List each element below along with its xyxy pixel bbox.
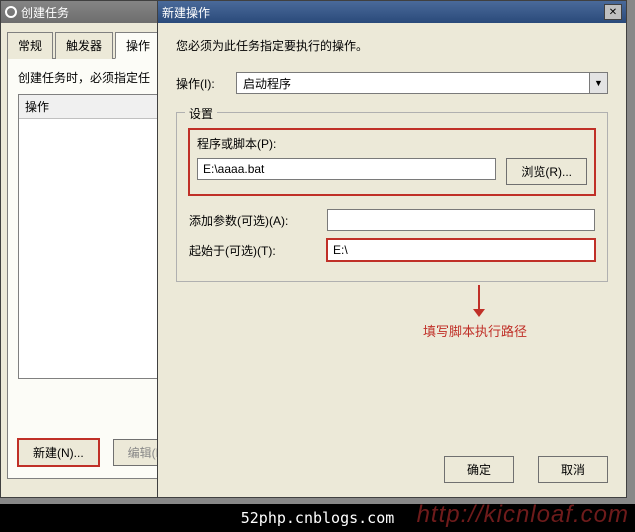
startin-label: 起始于(可选)(T): — [189, 242, 319, 259]
annotation-text: 填写脚本执行路径 — [423, 321, 527, 340]
instruction-text: 您必须为此任务指定要执行的操作。 — [176, 37, 608, 54]
new-action-titlebar[interactable]: 新建操作 ✕ — [158, 1, 626, 23]
program-path-input[interactable] — [197, 158, 496, 180]
footer-text: 52php.cnblogs.com — [241, 509, 395, 527]
tab-actions[interactable]: 操作 — [115, 32, 161, 59]
new-action-button[interactable]: 新建(N)... — [18, 439, 99, 466]
action-label: 操作(I): — [176, 75, 228, 92]
close-icon[interactable]: ✕ — [604, 4, 622, 20]
tab-triggers[interactable]: 触发器 — [55, 32, 113, 59]
action-dropdown-value: 启动程序 — [237, 75, 589, 92]
new-action-dialog: 新建操作 ✕ 您必须为此任务指定要执行的操作。 操作(I): 启动程序 ▼ 设置… — [157, 0, 627, 498]
chevron-down-icon[interactable]: ▼ — [589, 73, 607, 93]
args-label: 添加参数(可选)(A): — [189, 212, 319, 229]
gear-icon — [5, 6, 17, 18]
action-dropdown[interactable]: 启动程序 ▼ — [236, 72, 608, 94]
create-task-title: 创建任务 — [21, 4, 69, 21]
tab-general[interactable]: 常规 — [7, 32, 53, 59]
cancel-button[interactable]: 取消 — [538, 456, 608, 483]
args-input[interactable] — [327, 209, 595, 231]
browse-button[interactable]: 浏览(R)... — [506, 158, 587, 185]
annotation-arrow-head — [473, 309, 485, 317]
footer-bar: 52php.cnblogs.com — [0, 504, 635, 532]
new-action-title: 新建操作 — [162, 4, 210, 21]
annotation-arrow — [478, 285, 480, 311]
ok-button[interactable]: 确定 — [444, 456, 514, 483]
startin-input[interactable] — [327, 239, 595, 261]
program-label: 程序或脚本(P): — [197, 135, 587, 152]
settings-group: 设置 程序或脚本(P): 浏览(R)... 添加参数(可选)(A): 起始于(可… — [176, 112, 608, 282]
settings-legend: 设置 — [185, 105, 217, 122]
